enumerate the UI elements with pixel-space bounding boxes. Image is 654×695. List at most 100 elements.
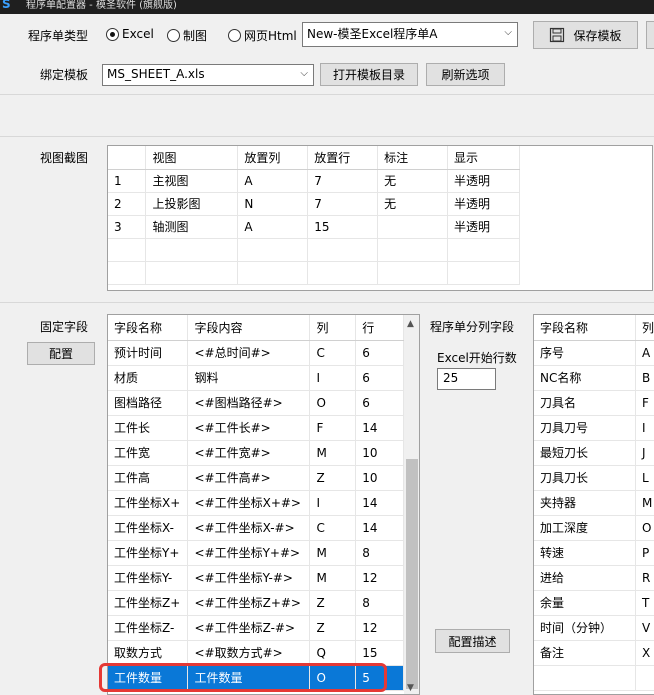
table-cell: Q	[309, 640, 357, 666]
config-description-button[interactable]: 配置描述	[435, 629, 510, 653]
table-cell: 取数方式	[108, 640, 189, 666]
table-row[interactable]: 工件长 <#工件长#> F 14	[108, 415, 404, 441]
table-row[interactable]	[108, 261, 520, 285]
table-cell: V	[635, 615, 654, 641]
table-cell: 工件坐标Z+	[108, 590, 189, 616]
template-select[interactable]: New-模圣Excel程序单A ⌵	[302, 22, 518, 47]
scrollbar-thumb[interactable]	[406, 459, 418, 689]
radio-drawing-label: 制图	[183, 29, 208, 43]
table-row[interactable]: 2 上投影图 N 7 无 半透明	[108, 192, 520, 216]
table-cell: NC名称	[534, 365, 637, 391]
table-row[interactable]: 工件坐标X- <#工件坐标X-#> C 14	[108, 515, 404, 541]
table-row[interactable]: 图档路径 <#图档路径#> O 6	[108, 390, 404, 416]
table-row[interactable]: 工件坐标Y+ <#工件坐标Y+#> M 8	[108, 540, 404, 566]
table-cell: 15	[355, 640, 404, 666]
table-row[interactable]	[534, 665, 654, 691]
table-row[interactable]: NC名称 B	[534, 365, 654, 391]
table-cell: M	[309, 540, 357, 566]
table-cell: F	[309, 415, 357, 441]
excel-start-row-label: Excel开始行数	[437, 351, 517, 365]
separator	[0, 302, 654, 303]
table-cell: <#总时间#>	[187, 340, 311, 366]
table-cell: 备注	[534, 640, 637, 666]
refresh-options-button[interactable]: 刷新选项	[426, 63, 505, 86]
chevron-up-icon[interactable]: ▲	[407, 319, 414, 329]
table-row[interactable]: 1 主视图 A 7 无 半透明	[108, 169, 520, 193]
table-cell: 12	[355, 565, 404, 591]
table-row[interactable]: 工件坐标Y- <#工件坐标Y-#> M 12	[108, 565, 404, 591]
table-cell: 6	[355, 390, 404, 416]
table-row[interactable]: 工件坐标Z- <#工件坐标Z-#> Z 12	[108, 615, 404, 641]
table-cell: 工件坐标Z-	[108, 615, 189, 641]
table-row[interactable]: 预计时间 <#总时间#> C 6	[108, 340, 404, 366]
table-cell: 7	[307, 169, 379, 193]
table-cell: <#图档路径#>	[187, 390, 311, 416]
radio-html[interactable]: 网页Html	[228, 27, 297, 44]
table-cell: <#工件坐标Z-#>	[187, 615, 311, 641]
radio-excel[interactable]: Excel	[106, 27, 154, 41]
views-table-header: 视图 放置列 放置行 标注 显示	[108, 146, 520, 170]
table-cell: 14	[355, 415, 404, 441]
table-row[interactable]: 取数方式 <#取数方式#> Q 15	[108, 640, 404, 666]
table-cell: 时间（分钟）	[534, 615, 637, 641]
radio-excel-label: Excel	[122, 27, 154, 41]
table-row[interactable]: 夹持器 M	[534, 490, 654, 516]
table-row[interactable]: 工件坐标Z+ <#工件坐标Z+#> Z 8	[108, 590, 404, 616]
extra-button[interactable]	[646, 21, 654, 49]
table-row[interactable]: 工件坐标X+ <#工件坐标X+#> I 14	[108, 490, 404, 516]
table-cell: 预计时间	[108, 340, 189, 366]
table-cell: 上投影图	[145, 192, 239, 216]
table-cell: 无	[377, 169, 449, 193]
table-cell: 工件宽	[108, 440, 189, 466]
table-cell: 材质	[108, 365, 189, 391]
table-cell: 图档路径	[108, 390, 189, 416]
column-header: 视图	[145, 146, 239, 170]
chevron-down-icon[interactable]: ▼	[407, 683, 414, 693]
open-template-dir-button[interactable]: 打开模板目录	[320, 63, 418, 86]
table-cell: I	[635, 415, 654, 441]
table-cell: 10	[355, 465, 404, 491]
table-cell: <#取数方式#>	[187, 640, 311, 666]
table-row[interactable]: 刀具刀号 I	[534, 415, 654, 441]
radio-drawing[interactable]: 制图	[167, 27, 207, 44]
excel-start-row-input[interactable]: 25	[437, 368, 496, 390]
table-cell: <#工件宽#>	[187, 440, 311, 466]
table-row[interactable]: 刀具刀长 L	[534, 465, 654, 491]
table-row[interactable]: 序号 A	[534, 340, 654, 366]
table-cell: 15	[307, 215, 379, 239]
table-cell: C	[309, 515, 357, 541]
table-row[interactable]: 材质 钢料 I 6	[108, 365, 404, 391]
table-row[interactable]: 工件高 <#工件高#> Z 10	[108, 465, 404, 491]
radio-drawing-indicator	[167, 29, 180, 42]
table-row[interactable]: 时间（分钟） V	[534, 615, 654, 641]
table-row[interactable]: 加工深度 O	[534, 515, 654, 541]
table-cell	[377, 215, 449, 239]
table-cell: B	[635, 365, 654, 391]
table-row[interactable]: 进给 R	[534, 565, 654, 591]
fixed-table-scrollbar[interactable]: ▲ ▼	[404, 315, 419, 694]
table-cell: M	[309, 565, 357, 591]
table-row[interactable]	[108, 238, 520, 262]
fixed-fields-table-panel: 字段名称 字段内容 列 行 预计时间 <#总时间#> C 6 材质 钢料 I 6 图档路径 <#图…	[107, 314, 420, 695]
table-cell: 10	[355, 440, 404, 466]
table-cell: 14	[355, 490, 404, 516]
table-row[interactable]: 3 轴测图 A 15 半透明	[108, 215, 520, 239]
fixed-fields-label: 固定字段	[40, 320, 89, 334]
table-cell: L	[635, 465, 654, 491]
table-cell: O	[635, 515, 654, 541]
table-cell: <#工件长#>	[187, 415, 311, 441]
table-cell: 6	[355, 340, 404, 366]
table-row[interactable]: 余量 T	[534, 590, 654, 616]
table-row[interactable]: 刀具名 F	[534, 390, 654, 416]
table-row[interactable]: 最短刀长 J	[534, 440, 654, 466]
table-row[interactable]: 工件宽 <#工件宽#> M 10	[108, 440, 404, 466]
column-header	[108, 146, 147, 170]
bind-template-select[interactable]: MS_SHEET_A.xls ⌵	[102, 64, 314, 86]
fixed-config-button[interactable]: 配置	[27, 342, 95, 365]
table-cell: <#工件坐标X+#>	[187, 490, 311, 516]
save-template-button[interactable]: 保存模板	[533, 21, 638, 49]
table-row[interactable]: 备注 X	[534, 640, 654, 666]
table-cell: 余量	[534, 590, 637, 616]
table-row[interactable]: 转速 P	[534, 540, 654, 566]
table-cell: 刀具刀长	[534, 465, 637, 491]
